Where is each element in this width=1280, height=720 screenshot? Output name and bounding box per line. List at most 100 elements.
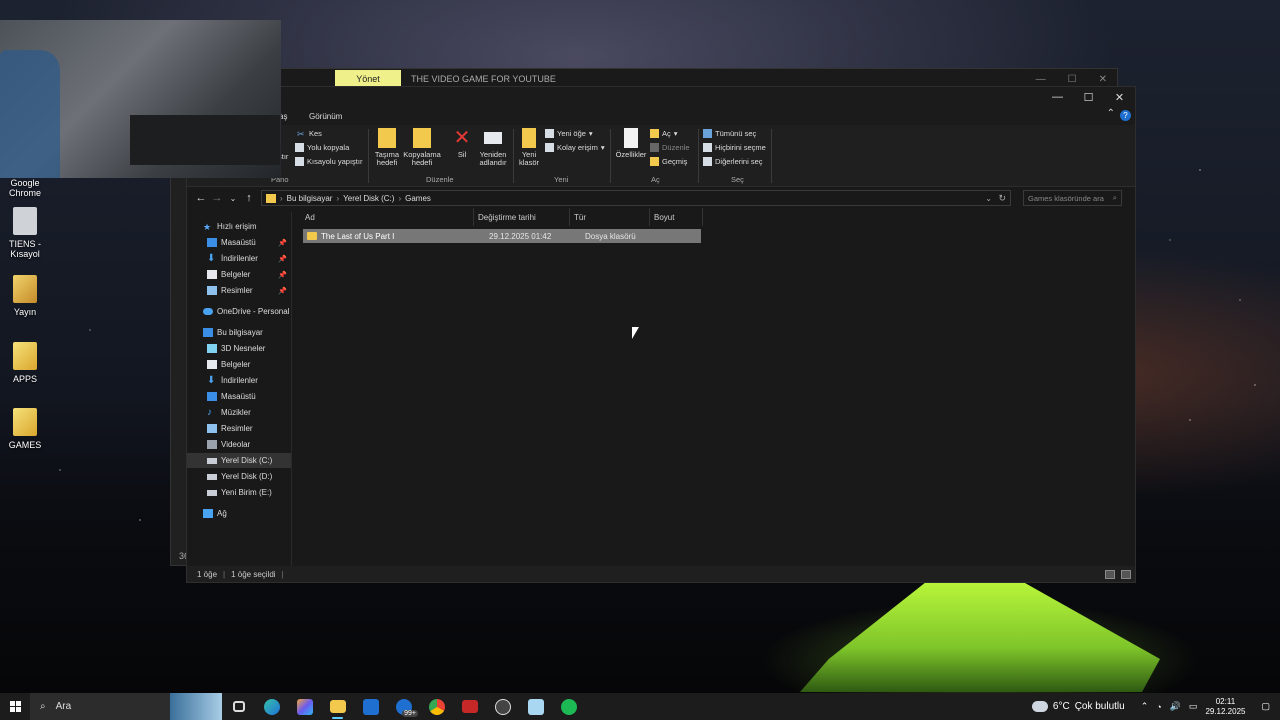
large-icons-view-icon[interactable] [1121, 569, 1131, 579]
file-explorer-window[interactable]: — ☐ ✕ aş Görünüm ⌃ ? ştır ✂ Kes Yolu kop… [186, 86, 1136, 583]
help-icon[interactable]: ? [1120, 110, 1131, 121]
column-header-size[interactable]: Boyut [650, 208, 703, 226]
nav-label: Videolar [221, 440, 251, 449]
refresh-icon[interactable]: ↻ [998, 193, 1006, 204]
column-header-type[interactable]: Tür [570, 208, 650, 226]
desktop-icon-chrome[interactable]: Google Chrome [0, 178, 50, 198]
dropdown-arrow-icon: ▾ [588, 129, 593, 138]
paste-shortcut-button[interactable]: Kısayolu yapıştır [295, 157, 362, 166]
desktop-icon-label: Google Chrome [8, 178, 41, 198]
forward-arrow-icon[interactable]: → [209, 192, 225, 204]
taskbar-notepad[interactable] [519, 693, 552, 720]
minimize-button[interactable]: — [1042, 87, 1073, 107]
back-arrow-icon[interactable]: ← [193, 192, 209, 204]
taskbar-chrome[interactable] [420, 693, 453, 720]
chevron-right-icon: › [280, 193, 283, 203]
breadcrumb-this-pc[interactable]: Bu bilgisayar [287, 194, 333, 203]
display-icon[interactable]: ▭ [1189, 701, 1198, 712]
nav-videos[interactable]: Videolar [187, 437, 291, 452]
nav-pictures[interactable]: Resimler [187, 421, 291, 436]
new-folder-button[interactable]: Yeni klasör [517, 128, 541, 167]
address-dropdown-icon[interactable]: ⌄ [985, 194, 992, 203]
recent-locations-icon[interactable]: ⌄ [225, 194, 241, 203]
group-new-label: Yeni [554, 175, 569, 184]
weather-widget[interactable]: 6°C Çok bulutlu [1031, 701, 1125, 712]
easy-access-button[interactable]: Kolay erişim ▾ [545, 143, 605, 152]
maximize-button[interactable]: ☐ [1073, 87, 1104, 107]
details-view-icon[interactable] [1105, 569, 1115, 579]
nav-label: İndirilenler [221, 254, 258, 263]
open-button[interactable]: Aç ▾ [650, 129, 678, 138]
nav-quick-documents[interactable]: Belgeler 📌 [187, 267, 291, 282]
nav-new-volume-e[interactable]: Yeni Birim (E:) [187, 485, 291, 500]
taskbar-mail[interactable]: 99+ [387, 693, 420, 720]
copy-path-button[interactable]: Yolu kopyala [295, 143, 349, 152]
desktop-icon-tiens[interactable]: TIENS - Kısayol [0, 207, 50, 259]
nav-onedrive[interactable]: OneDrive - Personal [187, 304, 291, 319]
chevron-up-icon[interactable]: ⌃ [1141, 701, 1149, 712]
taskbar-copilot[interactable] [288, 693, 321, 720]
network-icon[interactable]: ◔ [1156, 702, 1161, 712]
taskbar-file-explorer[interactable] [321, 693, 354, 720]
properties-button[interactable]: Özellikler [614, 128, 648, 159]
nav-network[interactable]: Ağ [187, 506, 291, 521]
edit-button[interactable]: Düzenle [650, 143, 690, 152]
cut-button[interactable]: ✂ Kes [297, 129, 322, 139]
close-icon[interactable]: ✕ [1099, 74, 1107, 85]
volume-icon[interactable]: 🔊 [1170, 701, 1181, 712]
copy-to-button[interactable]: Kopyalama hedefi [403, 128, 441, 167]
taskbar-video-app[interactable] [453, 693, 486, 720]
rename-button[interactable]: Yeniden adlandır [477, 128, 509, 167]
minimize-icon[interactable]: — [1036, 74, 1046, 85]
notifications-icon[interactable]: ▢ [1261, 701, 1270, 712]
desktop-icon-apps[interactable]: APPS [0, 342, 50, 384]
nav-local-disk-d[interactable]: Yerel Disk (D:) [187, 469, 291, 484]
invert-selection-button[interactable]: Diğerlerini seç [703, 157, 763, 166]
ribbon-separator [513, 129, 514, 183]
column-header-name[interactable]: Ad [292, 208, 474, 226]
task-view-button[interactable] [222, 693, 255, 720]
taskbar-spotify[interactable] [552, 693, 585, 720]
desktop-icon-yayin[interactable]: Yayın [0, 275, 50, 317]
breadcrumb-local-disk-c[interactable]: Yerel Disk (C:) [343, 194, 394, 203]
maximize-icon[interactable]: ☐ [1068, 74, 1077, 85]
nav-downloads[interactable]: ⬇ İndirilenler [187, 373, 291, 388]
tab-view[interactable]: Görünüm [309, 112, 342, 121]
taskbar-edge[interactable] [255, 693, 288, 720]
windows-logo-icon [9, 701, 21, 712]
select-all-button[interactable]: Tümünü seç [703, 129, 756, 138]
nav-quick-pictures[interactable]: Resimler 📌 [187, 283, 291, 298]
breadcrumb-games[interactable]: Games [405, 194, 431, 203]
taskbar-outlook[interactable] [354, 693, 387, 720]
column-header-date[interactable]: Değiştirme tarihi [474, 208, 570, 226]
drive-icon [207, 489, 217, 496]
delete-button[interactable]: ✕ Sil [451, 128, 473, 159]
nav-quick-downloads[interactable]: ⬇ İndirilenler 📌 [187, 251, 291, 266]
collapse-ribbon-icon[interactable]: ⌃ [1107, 108, 1115, 119]
nav-local-disk-c[interactable]: Yerel Disk (C:) [187, 453, 291, 468]
network-icon [203, 509, 213, 518]
clock[interactable]: 02:11 29.12.2025 [1205, 697, 1245, 717]
nav-music[interactable]: ♪ Müzikler [187, 405, 291, 420]
nav-3d-objects[interactable]: 3D Nesneler [187, 341, 291, 356]
up-arrow-icon[interactable]: ↑ [241, 192, 257, 204]
nav-this-pc[interactable]: Bu bilgisayar [187, 325, 291, 340]
address-bar[interactable]: › Bu bilgisayar › Yerel Disk (C:) › Game… [261, 190, 1011, 206]
video-icon [207, 440, 217, 449]
nav-quick-desktop[interactable]: Masaüstü 📌 [187, 235, 291, 250]
nav-desktop[interactable]: Masaüstü [187, 389, 291, 404]
close-button[interactable]: ✕ [1104, 87, 1135, 107]
taskbar-search[interactable]: ⌕ Ara [30, 693, 222, 720]
nav-documents[interactable]: Belgeler [187, 357, 291, 372]
search-input[interactable]: Games klasöründe ara ⌕ [1023, 190, 1122, 206]
new-item-button[interactable]: Yeni öğe ▾ [545, 129, 593, 138]
nav-quick-access[interactable]: ★ Hızlı erişim [187, 219, 291, 234]
move-to-button[interactable]: Taşıma hedefi [372, 128, 402, 167]
item-count: 1 öğe [197, 569, 218, 579]
desktop-icon-games[interactable]: GAMES [0, 408, 50, 450]
history-button[interactable]: Geçmiş [650, 157, 687, 166]
select-none-button[interactable]: Hiçbirini seçme [703, 143, 766, 152]
table-row[interactable]: The Last of Us Part I 29.12.2025 01:42 D… [303, 229, 701, 243]
taskbar-record-app[interactable] [486, 693, 519, 720]
start-button[interactable] [0, 701, 30, 712]
